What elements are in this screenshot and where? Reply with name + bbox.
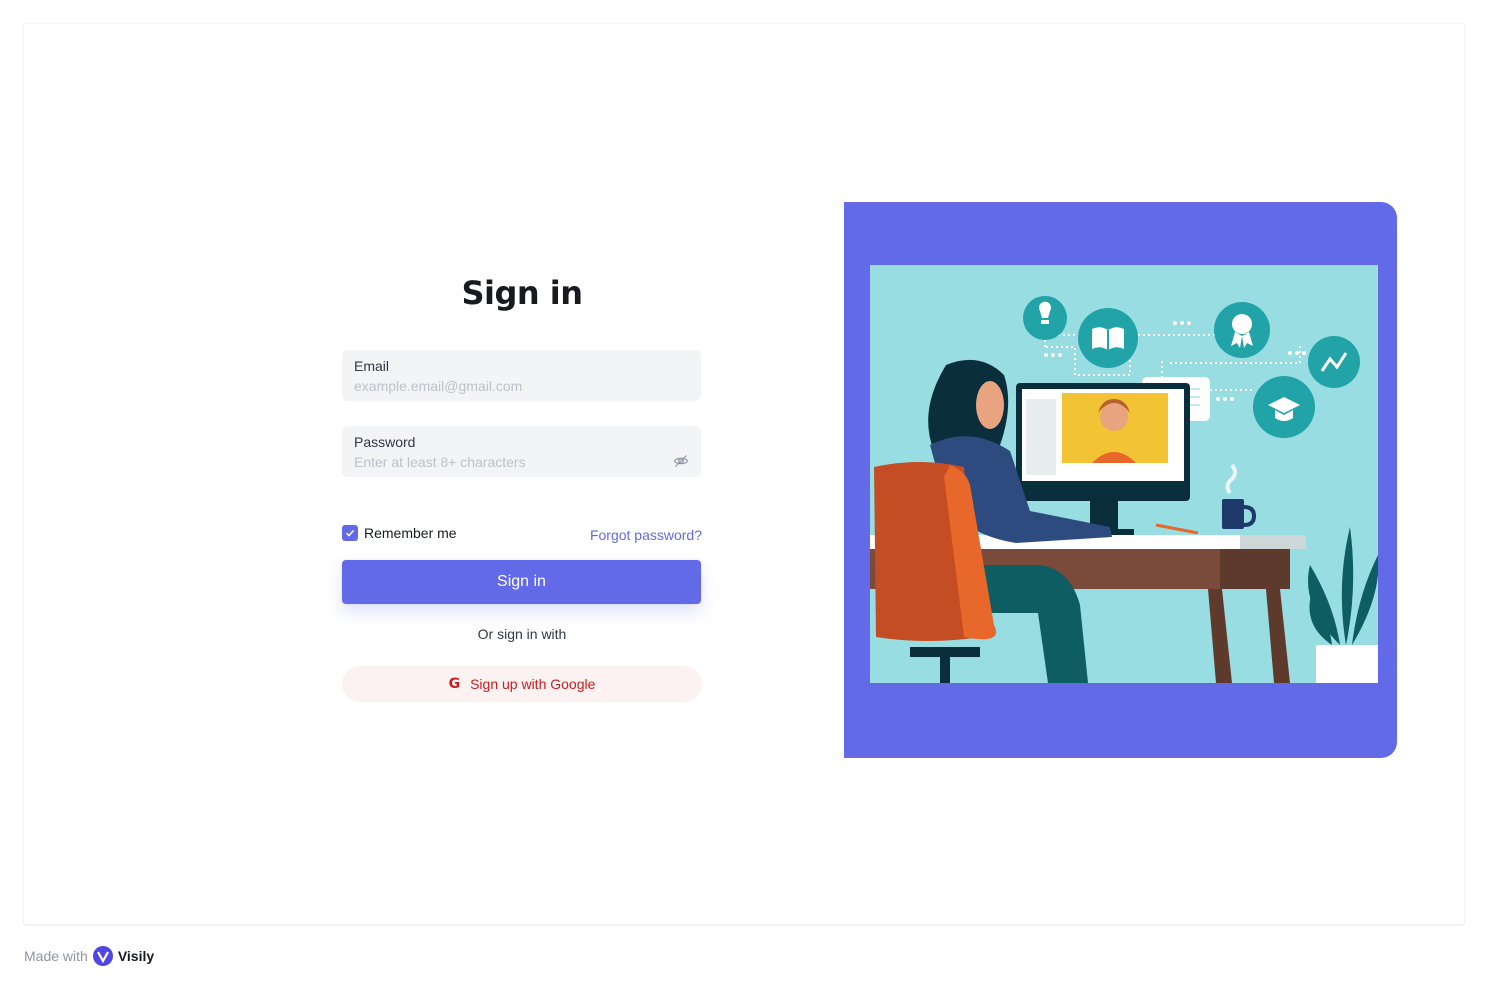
google-button-label: Sign up with Google — [470, 676, 596, 692]
checkbox[interactable] — [342, 525, 358, 541]
page-title: Sign in — [461, 274, 583, 312]
signin-form: Sign in Email Password Remember — [342, 270, 702, 702]
visily-logo-icon[interactable] — [92, 946, 113, 966]
email-field[interactable]: Email — [342, 350, 701, 401]
eye-off-icon[interactable] — [673, 453, 689, 469]
remember-me-label: Remember me — [364, 525, 457, 541]
visily-brand-name[interactable]: Visily — [118, 948, 154, 964]
email-input[interactable] — [354, 376, 674, 396]
password-input[interactable] — [354, 452, 674, 472]
email-label: Email — [354, 358, 390, 374]
forgot-password-link[interactable]: Forgot password? — [590, 527, 702, 543]
signin-card: Sign in Email Password Remember — [24, 24, 1464, 924]
online-learning-illustration — [870, 265, 1378, 683]
check-icon — [345, 529, 355, 537]
google-icon: G — [448, 676, 461, 692]
sign-in-button[interactable]: Sign in — [342, 560, 701, 604]
sign-up-with-google-button[interactable]: G Sign up with Google — [342, 666, 702, 702]
remember-me-checkbox[interactable]: Remember me — [342, 525, 457, 541]
password-label: Password — [354, 434, 416, 450]
password-field[interactable]: Password — [342, 426, 701, 477]
footer: Made with Visily — [24, 946, 154, 966]
or-sign-in-with-text: Or sign in with — [477, 626, 567, 642]
illustration-panel — [844, 202, 1397, 758]
made-with-text: Made with — [24, 948, 88, 964]
